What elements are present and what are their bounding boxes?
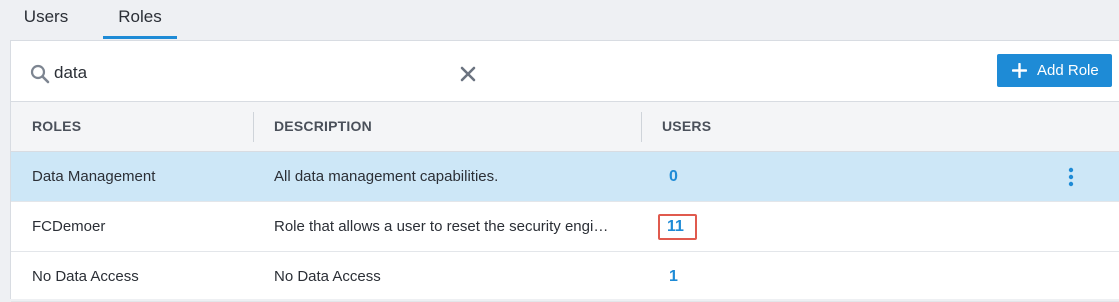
- search-input[interactable]: [54, 61, 454, 85]
- tab-roles-label: Roles: [118, 7, 162, 26]
- column-header-users[interactable]: USERS: [662, 102, 711, 151]
- add-role-label: Add Role: [1037, 62, 1099, 79]
- role-description: Role that allows a user to reset the sec…: [274, 218, 609, 235]
- role-description: All data management capabilities.: [274, 168, 499, 185]
- tab-users[interactable]: Users: [23, 0, 69, 40]
- role-name: Data Management: [32, 168, 156, 185]
- close-icon[interactable]: [460, 66, 476, 82]
- tab-roles[interactable]: Roles: [103, 0, 177, 40]
- plus-icon: [1012, 63, 1027, 78]
- more-options-icon[interactable]: [1066, 167, 1076, 187]
- active-tab-indicator: [103, 36, 177, 39]
- table-row[interactable]: No Data Access No Data Access 1: [11, 252, 1119, 302]
- role-name: No Data Access: [32, 268, 139, 285]
- column-divider[interactable]: [641, 112, 642, 142]
- column-header-roles[interactable]: ROLES: [32, 102, 81, 151]
- users-count-link[interactable]: 11: [658, 214, 697, 240]
- table-row[interactable]: Data Management All data management capa…: [11, 152, 1119, 202]
- add-role-button[interactable]: Add Role: [997, 54, 1112, 87]
- tab-bar: Users Roles: [0, 0, 1119, 40]
- table-header: ROLES DESCRIPTION USERS: [11, 101, 1119, 152]
- roles-panel: Add Role ROLES DESCRIPTION USERS Data Ma…: [10, 40, 1119, 302]
- column-divider[interactable]: [253, 112, 254, 142]
- search-icon: [30, 64, 50, 84]
- column-header-description[interactable]: DESCRIPTION: [274, 102, 372, 151]
- table-row[interactable]: FCDemoer Role that allows a user to rese…: [11, 202, 1119, 252]
- role-name: FCDemoer: [32, 218, 106, 235]
- users-count-link[interactable]: 1: [662, 252, 729, 301]
- role-description: No Data Access: [274, 268, 381, 285]
- users-count-link[interactable]: 0: [662, 152, 729, 201]
